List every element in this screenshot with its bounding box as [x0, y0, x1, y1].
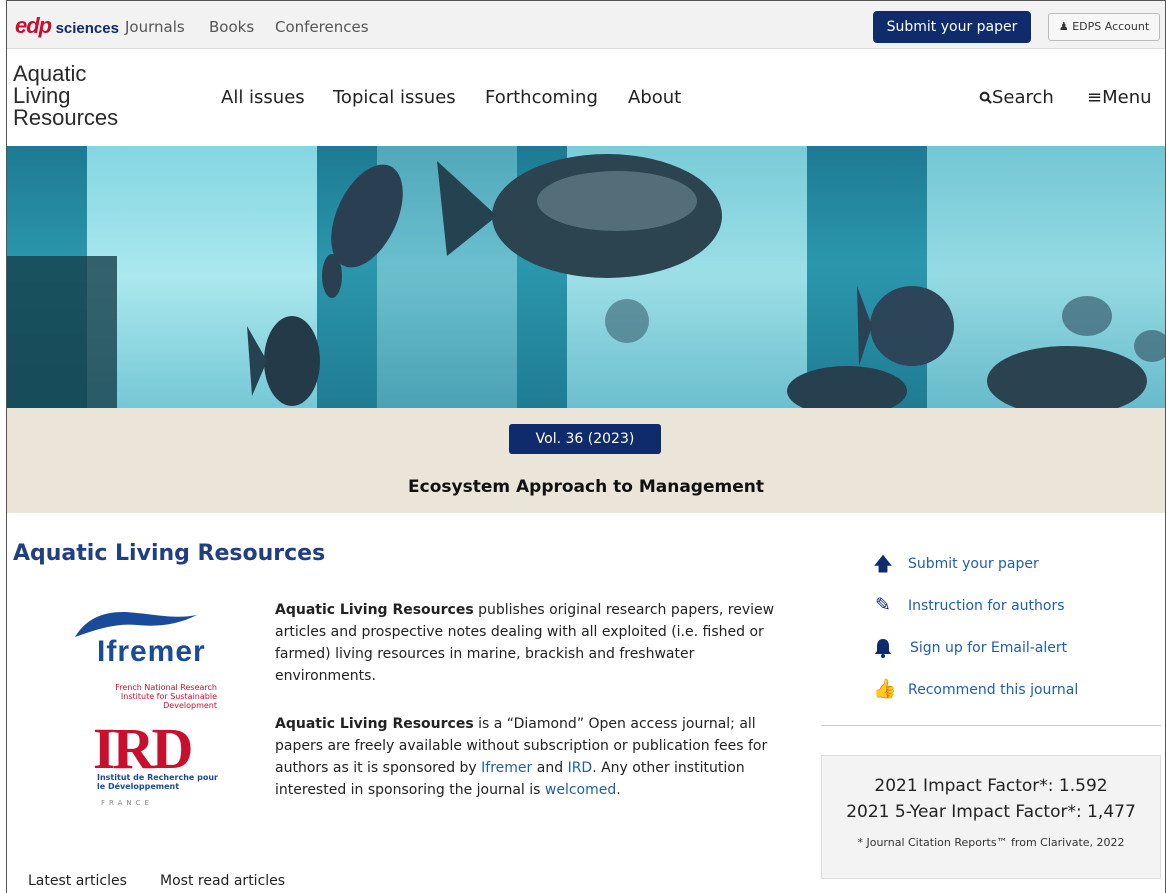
fish-illustration	[7, 154, 1165, 408]
hamburger-icon: ≡	[1087, 87, 1103, 108]
banner-title[interactable]: Ecosystem Approach to Management	[7, 477, 1165, 497]
edp-logo-mark: edp	[15, 13, 52, 38]
account-label: EDPS Account	[1072, 20, 1150, 33]
five-year-impact-factor: 2021 5-Year Impact Factor*: 1,477	[846, 802, 1136, 822]
description-paragraph-2: Aquatic Living Resources is a “Diamond” …	[275, 713, 795, 801]
journal-logo[interactable]: Aquatic Living Resources	[13, 63, 118, 129]
volume-badge[interactable]: Vol. 36 (2023)	[509, 424, 661, 454]
ird-link[interactable]: IRD	[568, 760, 593, 776]
sponsor-logos: Ifremer French National Research Institu…	[67, 601, 227, 831]
search-button[interactable]: Search	[979, 87, 1054, 108]
top-link-conferences[interactable]: Conferences	[275, 18, 369, 36]
ird-france: FRANCE	[101, 799, 153, 807]
sidebar-email-alert[interactable]: Sign up for Email-alert	[910, 640, 1067, 656]
journal-name-bold-2: Aquatic Living Resources	[275, 716, 474, 732]
description-end: .	[616, 782, 621, 798]
description-and: and	[532, 760, 568, 776]
logo-line-3: Resources	[13, 105, 119, 130]
top-link-books[interactable]: Books	[209, 18, 254, 36]
top-bar: edp sciences Journals Books Conferences …	[7, 1, 1165, 49]
ifremer-link[interactable]: Ifremer	[481, 760, 532, 776]
ifremer-logo: Ifremer	[97, 635, 206, 668]
menu-label: Menu	[1102, 87, 1152, 108]
thumbs-up-icon: 👍	[873, 678, 897, 700]
search-label: Search	[992, 87, 1054, 108]
ird-caption-fr: Institut de Recherche pour le Développem…	[97, 773, 218, 791]
sidebar-divider	[821, 725, 1161, 726]
sidebar-recommend[interactable]: Recommend this journal	[908, 682, 1078, 698]
nav-forthcoming[interactable]: Forthcoming	[485, 87, 598, 108]
logo-line-1: Aquatic	[13, 61, 87, 86]
submit-paper-top-button[interactable]: Submit your paper	[873, 11, 1031, 43]
user-icon: ♟	[1058, 20, 1069, 33]
impact-note: * Journal Citation Reports™ from Clariva…	[857, 836, 1125, 849]
tab-latest-articles[interactable]: Latest articles	[28, 873, 127, 889]
welcomed-link[interactable]: welcomed	[545, 782, 616, 798]
edp-sciences-logo[interactable]: edp sciences	[15, 13, 119, 39]
edp-logo-text: sciences	[55, 20, 119, 37]
sidebar-instructions[interactable]: Instruction for authors	[908, 598, 1065, 614]
page-title: Aquatic Living Resources	[13, 541, 326, 566]
search-icon	[979, 91, 992, 104]
bell-icon	[873, 638, 893, 658]
nav-all-issues[interactable]: All issues	[221, 87, 305, 108]
sidebar-submit-paper[interactable]: Submit your paper	[908, 556, 1039, 572]
menu-button[interactable]: ≡Menu	[1087, 87, 1152, 108]
edps-account-button[interactable]: ♟ EDPS Account	[1048, 13, 1160, 41]
pencil-icon: ✎	[875, 594, 891, 616]
page-frame: edp sciences Journals Books Conferences …	[6, 0, 1166, 893]
nav-topical-issues[interactable]: Topical issues	[333, 87, 456, 108]
issue-banner: Vol. 36 (2023) Ecosystem Approach to Man…	[7, 408, 1165, 513]
arrow-up-icon: 🡅	[873, 553, 893, 575]
logo-line-2: Living	[13, 83, 71, 108]
impact-factor: 2021 Impact Factor*: 1.592	[874, 776, 1108, 796]
ird-logo: IRD	[93, 716, 193, 781]
description-paragraph-1: Aquatic Living Resources publishes origi…	[275, 599, 795, 687]
tab-most-read-articles[interactable]: Most read articles	[160, 873, 285, 889]
nav-about[interactable]: About	[628, 87, 681, 108]
journal-name-bold: Aquatic Living Resources	[275, 602, 474, 618]
impact-factor-box: 2021 Impact Factor*: 1.592 2021 5-Year I…	[821, 755, 1161, 879]
top-link-journals[interactable]: Journals	[125, 18, 185, 36]
ird-caption: French National Research Institute for S…	[115, 683, 217, 710]
hero-image	[7, 146, 1165, 408]
